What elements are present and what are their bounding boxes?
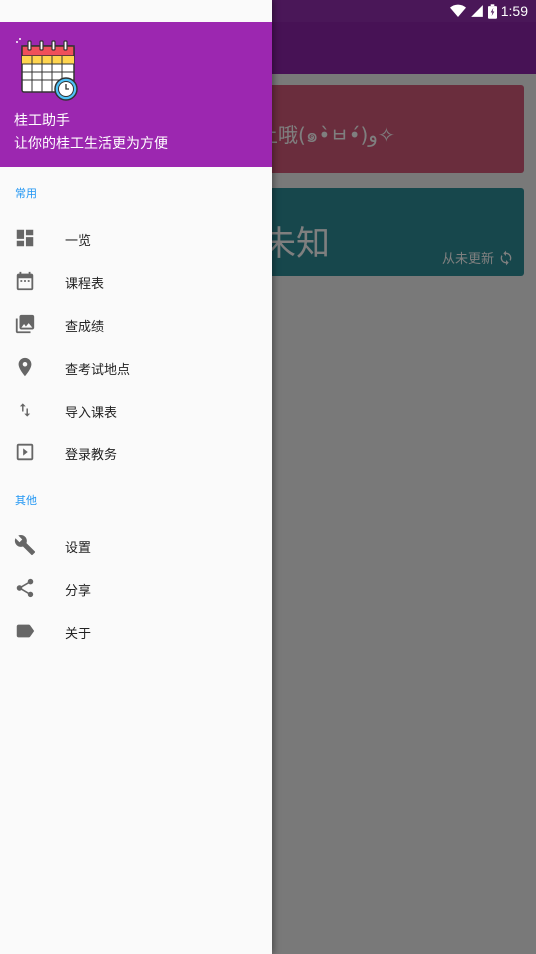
photo-icon: [15, 314, 35, 334]
menu-item-label: 查成绩: [65, 320, 105, 335]
section-other-title: 其他: [15, 494, 37, 507]
menu-item-label: 课程表: [65, 277, 105, 292]
menu-item-login-academic[interactable]: 登录教务: [0, 431, 272, 473]
status-right: 1:59: [449, 2, 528, 20]
clock: 1:59: [500, 3, 528, 19]
menu-item-label: 分享: [65, 584, 92, 599]
import-export-icon: [19, 403, 31, 417]
menu-item-about[interactable]: 关于: [0, 610, 272, 652]
menu-item-grades[interactable]: 查成绩: [0, 303, 272, 345]
wrench-icon: [14, 535, 36, 556]
location-pin-icon: [18, 357, 32, 377]
share-icon: [16, 578, 34, 598]
menu-item-overview[interactable]: 一览: [0, 217, 272, 259]
section-common-title: 常用: [15, 187, 37, 200]
menu-item-share[interactable]: 分享: [0, 567, 272, 609]
menu-item-label: 一览: [65, 234, 92, 249]
menu-item-exam-location[interactable]: 查考试地点: [0, 346, 272, 388]
menu-item-timetable[interactable]: 课程表: [0, 260, 272, 302]
label-tag-icon: [16, 624, 35, 638]
app-name: 桂工助手: [14, 113, 70, 129]
navigation-drawer: 桂工助手 让你的桂工生活更为方便 常用 一览 课程表 查成绩 查考试地点 导入课…: [0, 0, 272, 954]
wifi-icon: [449, 4, 466, 18]
menu-item-label: 登录教务: [65, 448, 118, 463]
app-slogan: 让你的桂工生活更为方便: [14, 136, 168, 152]
menu-item-import-timetable[interactable]: 导入课表: [0, 389, 272, 431]
calendar-icon: [16, 271, 34, 291]
menu-item-settings[interactable]: 设置: [0, 524, 272, 566]
cell-signal-icon: [470, 5, 483, 17]
dashboard-icon: [16, 229, 34, 247]
app-logo-calendar-icon: [16, 38, 78, 101]
battery-icon: [487, 3, 497, 19]
menu-item-label: 设置: [65, 541, 92, 556]
drawer-header: 桂工助手 让你的桂工生活更为方便: [0, 22, 272, 167]
menu-item-label: 导入课表: [65, 406, 118, 421]
menu-item-label: 查考试地点: [65, 363, 131, 378]
play-square-icon: [16, 443, 34, 461]
menu-item-label: 关于: [65, 627, 92, 642]
